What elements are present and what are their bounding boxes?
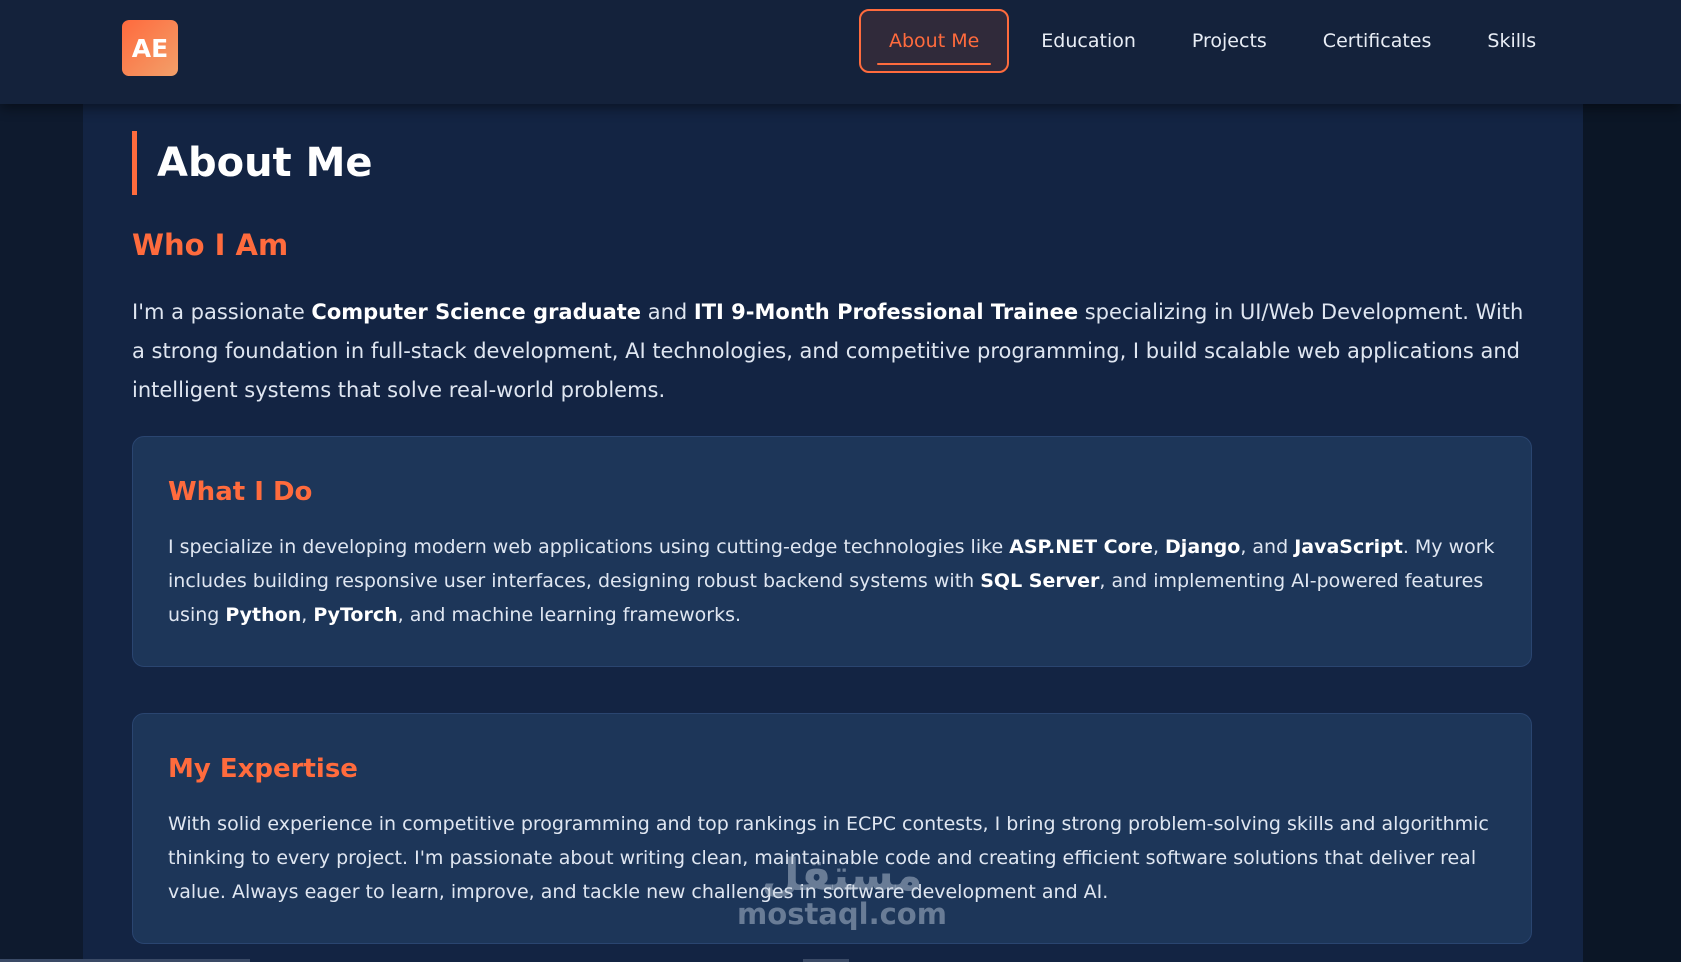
nav-item-education[interactable]: Education xyxy=(1013,9,1164,73)
intro-paragraph: I'm a passionate Computer Science gradua… xyxy=(132,300,1524,402)
mostaql-watermark: مستقل mostaql.com xyxy=(737,850,947,931)
nav-item-projects[interactable]: Projects xyxy=(1164,9,1295,73)
nav-item-certificates[interactable]: Certificates xyxy=(1295,9,1460,73)
what-i-do-title: What I Do xyxy=(168,477,313,507)
highlight-iti-trainee: ITI 9-Month Professional Trainee xyxy=(693,300,1079,324)
nav-item-about-me[interactable]: About Me xyxy=(859,9,1010,73)
top-navbar: AE About Me Education Projects Certifica… xyxy=(0,0,1681,104)
logo-badge[interactable]: AE xyxy=(122,20,178,76)
my-expertise-title: My Expertise xyxy=(168,754,358,784)
page-title: About Me xyxy=(132,131,373,195)
watermark-arabic: مستقل xyxy=(761,850,923,901)
what-i-do-body: I specialize in developing modern web ap… xyxy=(168,536,1495,626)
page-side-margin xyxy=(1583,104,1681,962)
nav-links: About Me Education Projects Certificates… xyxy=(859,8,1564,74)
watermark-latin: mostaql.com xyxy=(737,897,947,931)
what-i-do-card: What I Do I specialize in developing mod… xyxy=(132,436,1532,667)
who-i-am-heading: Who I Am xyxy=(132,228,289,262)
highlight-cs-graduate: Computer Science graduate xyxy=(311,300,642,324)
nav-item-skills[interactable]: Skills xyxy=(1459,9,1564,73)
